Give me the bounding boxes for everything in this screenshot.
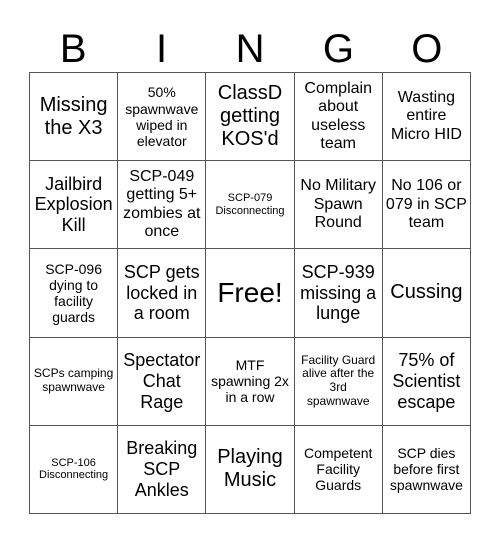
bingo-cell[interactable]: Wasting entire Micro HID: [382, 73, 471, 162]
header-letter-g: G: [322, 27, 354, 71]
cell-text: Spectator Chat Rage: [123, 350, 201, 412]
cell-text: SCP dies before first spawnwave: [389, 445, 463, 494]
cell-text: MTF spawning 2x in a row: [211, 357, 289, 406]
bingo-cell[interactable]: ClassD getting KOS'd: [206, 73, 295, 162]
cell-text: ClassD getting KOS'd: [217, 82, 283, 151]
cell-text: SCP-106 Disconnecting: [39, 456, 109, 482]
bingo-cell[interactable]: Spectator Chat Rage: [118, 337, 207, 426]
bingo-header: B I N G O: [29, 26, 471, 72]
bingo-cell[interactable]: Cussing: [382, 249, 471, 338]
cell-text: 75% of Scientist escape: [392, 350, 461, 412]
bingo-cell[interactable]: 75% of Scientist escape: [382, 337, 471, 426]
bingo-cell[interactable]: Missing the X3: [30, 73, 119, 162]
header-letter-o: O: [411, 27, 443, 71]
header-letter-i: I: [156, 27, 168, 71]
cell-text: SCP-939 missing a lunge: [300, 261, 377, 324]
cell-text: Facility Guard alive after the 3rd spawn…: [301, 352, 376, 408]
bingo-cell[interactable]: SCPs camping spawnwave: [30, 337, 119, 426]
bingo-cell[interactable]: Breaking SCP Ankles: [118, 425, 207, 514]
bingo-cell[interactable]: Jailbird Explosion Kill: [30, 161, 119, 250]
cell-text: SCPs camping spawnwave: [33, 366, 114, 395]
bingo-grid: Missing the X3 50% spawnwave wiped in el…: [29, 72, 471, 514]
cell-text: Wasting entire Micro HID: [390, 89, 462, 143]
header-letter-n: N: [235, 27, 265, 71]
bingo-cell[interactable]: SCP gets locked in a room: [118, 249, 207, 338]
cell-text: Complain about useless team: [304, 79, 372, 152]
bingo-cell[interactable]: SCP-096 dying to facility guards: [30, 249, 119, 338]
bingo-cell[interactable]: SCP-049 getting 5+ zombies at once: [118, 161, 207, 250]
bingo-cell[interactable]: No 106 or 079 in SCP team: [382, 161, 471, 250]
bingo-cell[interactable]: Competent Facility Guards: [294, 425, 383, 514]
bingo-cell[interactable]: Facility Guard alive after the 3rd spawn…: [294, 337, 383, 426]
cell-text: Cussing: [390, 281, 463, 304]
cell-text: Missing the X3: [39, 93, 108, 139]
bingo-cell[interactable]: No Military Spawn Round: [294, 161, 383, 250]
cell-text: Free!: [217, 276, 283, 308]
cell-text: Breaking SCP Ankles: [126, 438, 198, 500]
cell-text: SCP-096 dying to facility guards: [45, 260, 102, 326]
bingo-cell[interactable]: SCP-079 Disconnecting: [206, 161, 295, 250]
bingo-cell[interactable]: MTF spawning 2x in a row: [206, 337, 295, 426]
bingo-cell[interactable]: SCP-939 missing a lunge: [294, 249, 383, 338]
cell-text: SCP-079 Disconnecting: [215, 192, 285, 217]
cell-text: SCP-049 getting 5+ zombies at once: [123, 168, 201, 241]
free-space[interactable]: Free!: [206, 249, 295, 338]
bingo-cell[interactable]: 50% spawnwave wiped in elevator: [118, 73, 207, 162]
cell-text: No Military Spawn Round: [300, 177, 376, 231]
bingo-cell[interactable]: SCP dies before first spawnwave: [382, 425, 471, 514]
cell-text: Jailbird Explosion Kill: [34, 173, 113, 236]
cell-text: 50% spawnwave wiped in elevator: [125, 84, 199, 149]
header-letter-b: B: [59, 27, 87, 71]
cell-text: Playing Music: [217, 446, 283, 492]
cell-text: Competent Facility Guards: [303, 445, 373, 494]
cell-text: SCP gets locked in a room: [123, 261, 200, 324]
bingo-cell[interactable]: SCP-106 Disconnecting: [30, 425, 119, 514]
bingo-cell[interactable]: Playing Music: [206, 425, 295, 514]
bingo-cell[interactable]: Complain about useless team: [294, 73, 383, 162]
cell-text: No 106 or 079 in SCP team: [385, 177, 467, 231]
